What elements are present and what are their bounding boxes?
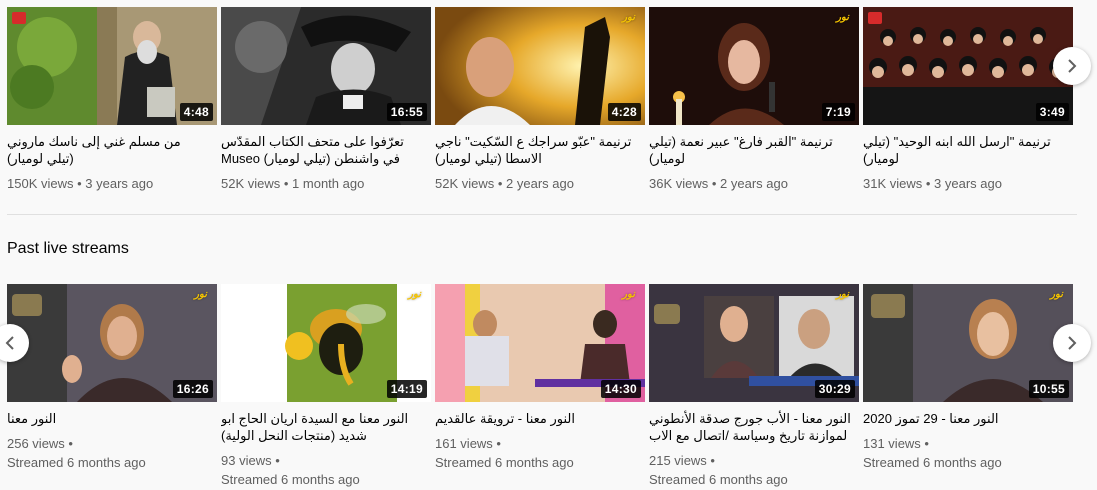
stream-age: Streamed 6 months ago <box>435 455 574 470</box>
view-count: 52K views <box>221 176 281 191</box>
video-thumbnail[interactable]: نور 7:19 <box>649 7 859 125</box>
view-count: 36K views <box>649 176 709 191</box>
video-thumbnail[interactable]: نور 16:26 <box>7 284 217 402</box>
video-duration: 4:48 <box>179 103 213 121</box>
video-meta: 52K views • 2 years ago <box>435 174 645 193</box>
video-duration: 14:19 <box>386 380 427 398</box>
shelf-next-button[interactable] <box>1053 47 1091 85</box>
video-thumbnail[interactable]: نور 14:19 <box>221 284 431 402</box>
upload-age: 3 years ago <box>934 176 1002 191</box>
video-thumbnail[interactable]: نور 14:30 <box>435 284 645 402</box>
video-thumbnail[interactable]: 3:49 <box>863 7 1073 125</box>
stream-age: Streamed 6 months ago <box>221 472 360 487</box>
video-card[interactable]: 4:48 من مسلم غني إلى ناسك ماروني (تيلي ل… <box>7 7 217 193</box>
video-thumbnail[interactable]: نور 4:28 <box>435 7 645 125</box>
view-count: 215 views • <box>649 453 715 468</box>
video-card[interactable]: 3:49 ترنيمة "ارسل الله ابنه الوحيد" (تيل… <box>863 7 1073 193</box>
video-thumbnail[interactable]: 16:55 <box>221 7 431 125</box>
video-card[interactable]: نور 14:19 النور معنا مع السيدة اريان الح… <box>221 284 431 489</box>
channel-logo: نور <box>1050 289 1063 300</box>
video-row: 4:48 من مسلم غني إلى ناسك ماروني (تيلي ل… <box>7 7 1077 217</box>
view-count: 52K views <box>435 176 495 191</box>
meta-separator: • <box>711 176 721 191</box>
video-card[interactable]: 16:55 تعرّفوا على متحف الكتاب المقدّس في… <box>221 7 431 193</box>
stream-age: Streamed 6 months ago <box>7 455 146 470</box>
channel-logo: نور <box>408 289 421 300</box>
video-duration: 3:49 <box>1035 103 1069 121</box>
video-thumbnail[interactable]: نور 10:55 <box>863 284 1073 402</box>
video-meta: 52K views • 1 month ago <box>221 174 431 193</box>
video-title[interactable]: تعرّفوا على متحف الكتاب المقدّس في واشنط… <box>221 133 431 167</box>
video-title[interactable]: النور معنا - الأب جورج صدقة الأنطوني لمو… <box>649 410 859 444</box>
video-duration: 7:19 <box>821 103 855 121</box>
upload-age: 2 years ago <box>720 176 788 191</box>
video-title[interactable]: النور معنا مع السيدة اريان الحاج ابو شدي… <box>221 410 431 444</box>
video-duration: 16:26 <box>172 380 213 398</box>
video-title[interactable]: من مسلم غني إلى ناسك ماروني (تيلي لوميار… <box>7 133 217 167</box>
view-count: 93 views • <box>221 453 280 468</box>
upload-age: 1 month ago <box>292 176 365 191</box>
channel-logo: نور <box>836 12 849 23</box>
video-duration: 4:28 <box>607 103 641 121</box>
channel-logo: نور <box>622 12 635 23</box>
video-card[interactable]: نور 10:55 النور معنا - 29 تموز 2020 131 … <box>863 284 1073 472</box>
channel-logo: نور <box>194 289 207 300</box>
view-count: 161 views • <box>435 436 501 451</box>
shelf-past-live-streams: Past live streams نور 16:26 النور معنا 2… <box>7 236 1077 490</box>
channel-logo: نور <box>622 289 635 300</box>
channel-logo: نور <box>836 289 849 300</box>
view-count: 150K views <box>7 176 74 191</box>
video-duration: 30:29 <box>814 380 855 398</box>
video-title[interactable]: ترنيمة "القبر فارغ" عبير نعمة (تيلي لومي… <box>649 133 859 167</box>
channel-logo <box>12 12 26 24</box>
shelf-popular: 4:48 من مسلم غني إلى ناسك ماروني (تيلي ل… <box>7 7 1077 217</box>
view-count: 256 views • <box>7 436 73 451</box>
video-thumbnail[interactable]: نور 30:29 <box>649 284 859 402</box>
section-divider <box>7 214 1077 215</box>
video-title[interactable]: ترنيمة "عبّو سراجك ع السّكيت" ناجي الاسط… <box>435 133 645 167</box>
video-row: نور 16:26 النور معنا 256 views • Streame… <box>7 284 1077 490</box>
video-title[interactable]: النور معنا - 29 تموز 2020 <box>863 410 1073 427</box>
video-duration: 10:55 <box>1028 380 1069 398</box>
video-meta: 150K views • 3 years ago <box>7 174 217 193</box>
video-meta: 36K views • 2 years ago <box>649 174 859 193</box>
video-card[interactable]: نور 14:30 النور معنا - ترويقة عالقديم 16… <box>435 284 645 472</box>
video-title[interactable]: ترنيمة "ارسل الله ابنه الوحيد" (تيلي لوم… <box>863 133 1073 167</box>
video-card[interactable]: نور 7:19 ترنيمة "القبر فارغ" عبير نعمة (… <box>649 7 859 193</box>
video-duration: 14:30 <box>600 380 641 398</box>
meta-separator: • <box>497 176 507 191</box>
shelf-next-button[interactable] <box>1053 324 1091 362</box>
video-card[interactable]: نور 4:28 ترنيمة "عبّو سراجك ع السّكيت" ن… <box>435 7 645 193</box>
video-title[interactable]: النور معنا <box>7 410 217 427</box>
meta-separator: • <box>925 176 935 191</box>
video-thumbnail[interactable]: 4:48 <box>7 7 217 125</box>
upload-age: 3 years ago <box>85 176 154 191</box>
chevron-right-icon <box>1068 336 1077 350</box>
video-title[interactable]: النور معنا - ترويقة عالقديم <box>435 410 645 427</box>
upload-age: 2 years ago <box>506 176 574 191</box>
video-duration: 16:55 <box>386 103 427 121</box>
view-count: 131 views • <box>863 436 929 451</box>
channel-logo <box>868 12 882 24</box>
meta-separator: • <box>283 176 293 191</box>
stream-age: Streamed 6 months ago <box>863 455 1002 470</box>
chevron-right-icon <box>1068 59 1077 73</box>
view-count: 31K views <box>863 176 923 191</box>
chevron-left-icon <box>5 336 14 350</box>
video-card[interactable]: نور 16:26 النور معنا 256 views • Streame… <box>7 284 217 472</box>
shelf-title[interactable]: Past live streams <box>7 236 1077 264</box>
video-meta: 31K views • 3 years ago <box>863 174 1073 193</box>
stream-age: Streamed 6 months ago <box>649 472 788 487</box>
video-card[interactable]: نور 30:29 النور معنا - الأب جورج صدقة ال… <box>649 284 859 489</box>
